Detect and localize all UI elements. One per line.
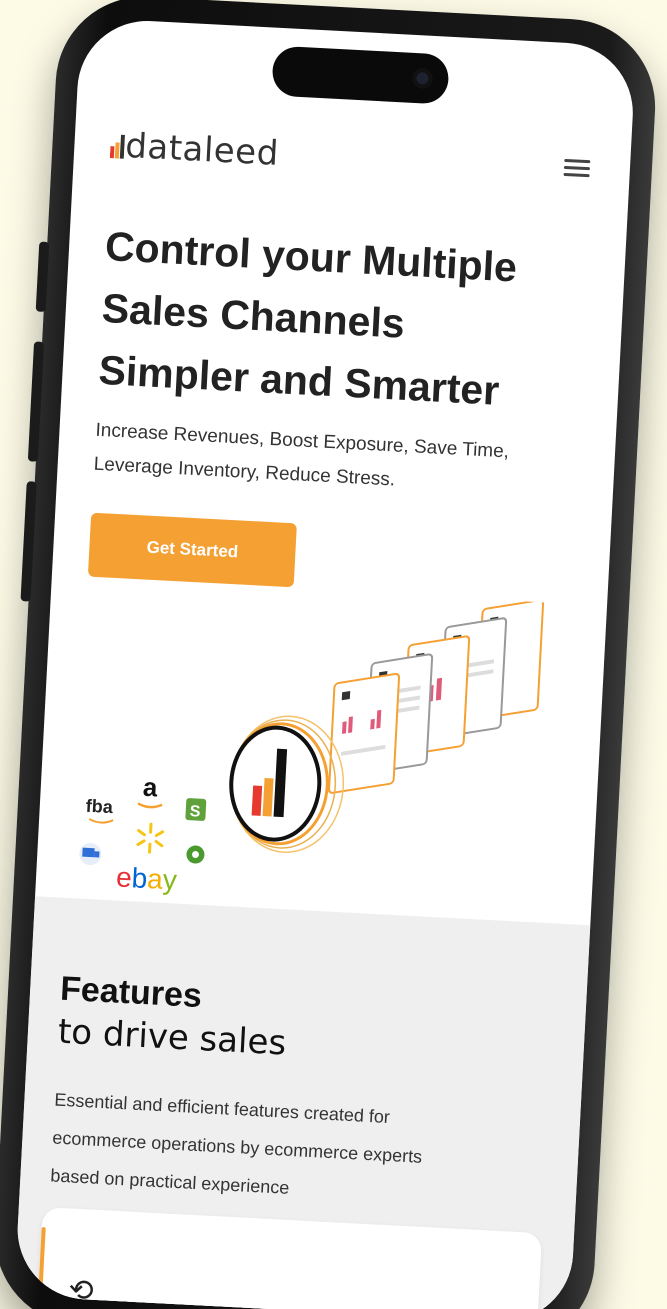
- card-accent-bar: [35, 1227, 46, 1309]
- delivery-truck-icon: [79, 843, 102, 866]
- hero-title: Control your Multiple Sales Channels Sim…: [97, 215, 606, 427]
- background-scene: dataleed Control your Multiple Sales Cha…: [0, 0, 667, 1309]
- ebay-logo: ebay: [115, 861, 177, 895]
- features-section: Features to drive sales Essential and ef…: [14, 896, 591, 1309]
- brand-logo[interactable]: dataleed: [109, 125, 280, 174]
- amazon-smile-icon: [137, 802, 163, 809]
- camera-icon: [411, 67, 433, 89]
- feature-card[interactable]: ⟲: [35, 1207, 543, 1309]
- hero-subtitle: Increase Revenues, Boost Exposure, Save …: [93, 414, 596, 508]
- hero-illustration: fba a S ebay: [79, 599, 545, 896]
- hamburger-menu-icon[interactable]: [563, 155, 591, 178]
- brand-logo-text: dataleed: [124, 125, 280, 174]
- phone-screen: dataleed Control your Multiple Sales Cha…: [14, 17, 637, 1309]
- features-description: Essential and efficient features created…: [49, 1081, 524, 1219]
- logo-mark-icon: [109, 134, 126, 159]
- dashboard-card: [328, 672, 401, 794]
- walmart-spark-icon: [136, 822, 165, 854]
- shopify-letter: S: [189, 803, 201, 821]
- site-header: dataleed: [109, 125, 591, 200]
- amazon-logo: a: [142, 772, 159, 803]
- get-started-button[interactable]: Get Started: [87, 512, 297, 588]
- dynamic-island: [271, 45, 450, 105]
- gear-icon: [186, 845, 205, 864]
- features-subtitle: to drive sales: [56, 1011, 288, 1064]
- features-title: Features: [59, 969, 203, 1016]
- fba-logo: fba: [85, 796, 114, 817]
- phone-mockup: dataleed Control your Multiple Sales Cha…: [0, 0, 660, 1309]
